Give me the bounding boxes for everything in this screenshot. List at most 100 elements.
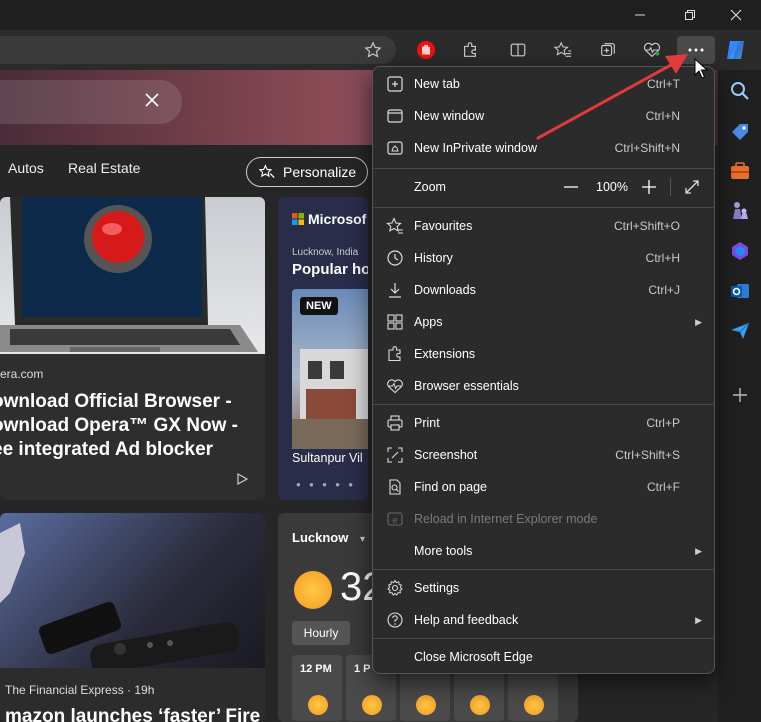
close-icon [730, 9, 742, 21]
menu-divider [373, 168, 714, 169]
adblock-button[interactable] [412, 36, 440, 64]
sun-icon [308, 695, 328, 715]
minimize-button[interactable] [618, 0, 662, 30]
favorite-star-icon [364, 41, 382, 58]
copilot-button[interactable] [722, 36, 750, 64]
sun-icon [470, 695, 490, 715]
menu-item-print[interactable]: Print Ctrl+P [373, 408, 714, 438]
games-chess-icon[interactable] [729, 200, 751, 222]
send-plane-icon[interactable] [729, 320, 751, 342]
menu-item-favourites[interactable]: Favourites Ctrl+Shift+O [373, 211, 714, 241]
zoom-out-button[interactable] [563, 186, 579, 188]
tools-briefcase-icon[interactable] [729, 160, 751, 182]
menu-item-new-inprivate-window[interactable]: New InPrivate window Ctrl+Shift+N [373, 133, 714, 163]
screenshot-icon [387, 447, 403, 463]
restore-button[interactable] [668, 0, 712, 30]
new-badge: NEW [300, 297, 338, 315]
card-source: The Financial Express · 19h [5, 683, 155, 697]
menu-item-more-tools[interactable]: More tools ▶ [373, 536, 714, 566]
favorite-star-button[interactable] [359, 36, 387, 64]
menu-item-shortcut: Ctrl+Shift+O [613, 219, 680, 233]
menu-item-close-edge[interactable]: Close Microsoft Edge [373, 642, 714, 672]
address-bar[interactable] [0, 36, 396, 64]
browser-essentials-button[interactable] [638, 36, 666, 64]
shopping-tag-icon[interactable] [729, 121, 751, 143]
personalize-icon [259, 164, 275, 179]
menu-item-browser-essentials[interactable]: Browser essentials [373, 371, 714, 401]
card-headline[interactable]: mazon launches ‘faster’ Fire [5, 706, 260, 722]
hour-label: 1 P [354, 663, 371, 675]
zoom-in-button[interactable] [641, 179, 657, 195]
collections-button[interactable] [594, 36, 622, 64]
menu-item-label: Apps [414, 315, 443, 329]
menu-divider [373, 404, 714, 405]
menu-item-settings[interactable]: Settings [373, 573, 714, 603]
menu-item-downloads[interactable]: Downloads Ctrl+J [373, 275, 714, 305]
card-city: Sultanpur Vil [292, 451, 363, 465]
browser-essentials-icon [387, 379, 403, 394]
microsoft-start-card[interactable]: Microsof Lucknow, India Popular ho NEW S… [278, 197, 368, 500]
zoom-divider [670, 178, 671, 196]
search-icon[interactable] [729, 80, 751, 102]
card-source: era.com [0, 367, 44, 381]
news-card-opera[interactable]: era.com ownload Official Browser - ownlo… [0, 197, 265, 500]
personalize-button[interactable]: Personalize [246, 157, 368, 187]
menu-item-label: Close Microsoft Edge [414, 650, 533, 664]
menu-item-label: New InPrivate window [414, 141, 537, 155]
menu-item-history[interactable]: History Ctrl+H [373, 243, 714, 273]
microsoft-365-icon[interactable] [729, 240, 751, 262]
mouse-cursor-icon [694, 58, 708, 79]
menu-divider [373, 638, 714, 639]
menu-divider [373, 207, 714, 208]
downloads-icon [389, 283, 401, 298]
play-icon[interactable] [236, 473, 248, 485]
personalize-label: Personalize [283, 164, 357, 180]
menu-item-extensions[interactable]: Extensions [373, 339, 714, 369]
add-icon[interactable] [729, 384, 751, 406]
chevron-down-icon: ▾ [359, 534, 365, 545]
menu-item-shortcut: Ctrl+Shift+N [614, 141, 680, 155]
outlook-icon[interactable] [729, 280, 751, 302]
card-title: Popular ho [292, 261, 368, 278]
settings-icon [387, 579, 403, 596]
restore-icon [685, 10, 695, 20]
menu-item-help-and-feedback[interactable]: Help and feedback ▶ [373, 605, 714, 635]
extensions-button[interactable] [456, 36, 484, 64]
favorites-button[interactable] [549, 36, 577, 64]
favorites-icon [553, 41, 572, 57]
nav-item-real-estate[interactable]: Real Estate [68, 160, 140, 186]
sun-icon [294, 571, 332, 609]
menu-item-apps[interactable]: Apps ▶ [373, 307, 714, 337]
menu-item-shortcut: Ctrl+J [648, 283, 680, 297]
laptop-image [0, 197, 265, 354]
fullscreen-icon[interactable] [683, 178, 701, 196]
apps-icon [387, 314, 403, 330]
carousel-dots[interactable]: ● ● ● ● ● [296, 480, 356, 489]
menu-item-new-tab[interactable]: New tab Ctrl+T [373, 69, 714, 99]
sun-icon [416, 695, 436, 715]
menu-item-find-on-page[interactable]: Find on page Ctrl+F [373, 472, 714, 502]
inprivate-icon [387, 141, 403, 155]
weather-city[interactable]: Lucknow ▾ [292, 530, 365, 545]
news-card-amazon[interactable]: The Financial Express · 19h mazon launch… [0, 513, 265, 722]
menu-item-label: Downloads [414, 283, 476, 297]
microsoft-logo-icon [292, 213, 304, 225]
sun-icon [362, 695, 382, 715]
close-window-button[interactable] [714, 0, 758, 30]
favourites-icon [386, 217, 403, 234]
menu-item-zoom: Zoom 100% [373, 172, 714, 202]
menu-item-shortcut: Ctrl+N [645, 109, 680, 123]
menu-item-label: New tab [414, 77, 460, 91]
nav-item-autos[interactable]: Autos [8, 160, 44, 186]
card-headline[interactable]: ownload Official Browser - ownload Opera… [0, 390, 262, 462]
find-icon [389, 479, 401, 495]
menu-item-new-window[interactable]: New window Ctrl+N [373, 101, 714, 131]
copilot-icon [727, 41, 744, 59]
fire-stick-image [0, 513, 265, 674]
tab-hourly[interactable]: Hourly [292, 621, 350, 645]
menu-item-label: Reload in Internet Explorer mode [414, 512, 598, 526]
split-screen-button[interactable] [504, 36, 532, 64]
menu-item-shortcut: Ctrl+F [647, 480, 680, 494]
close-icon[interactable] [142, 90, 162, 110]
menu-item-screenshot[interactable]: Screenshot Ctrl+Shift+S [373, 440, 714, 470]
